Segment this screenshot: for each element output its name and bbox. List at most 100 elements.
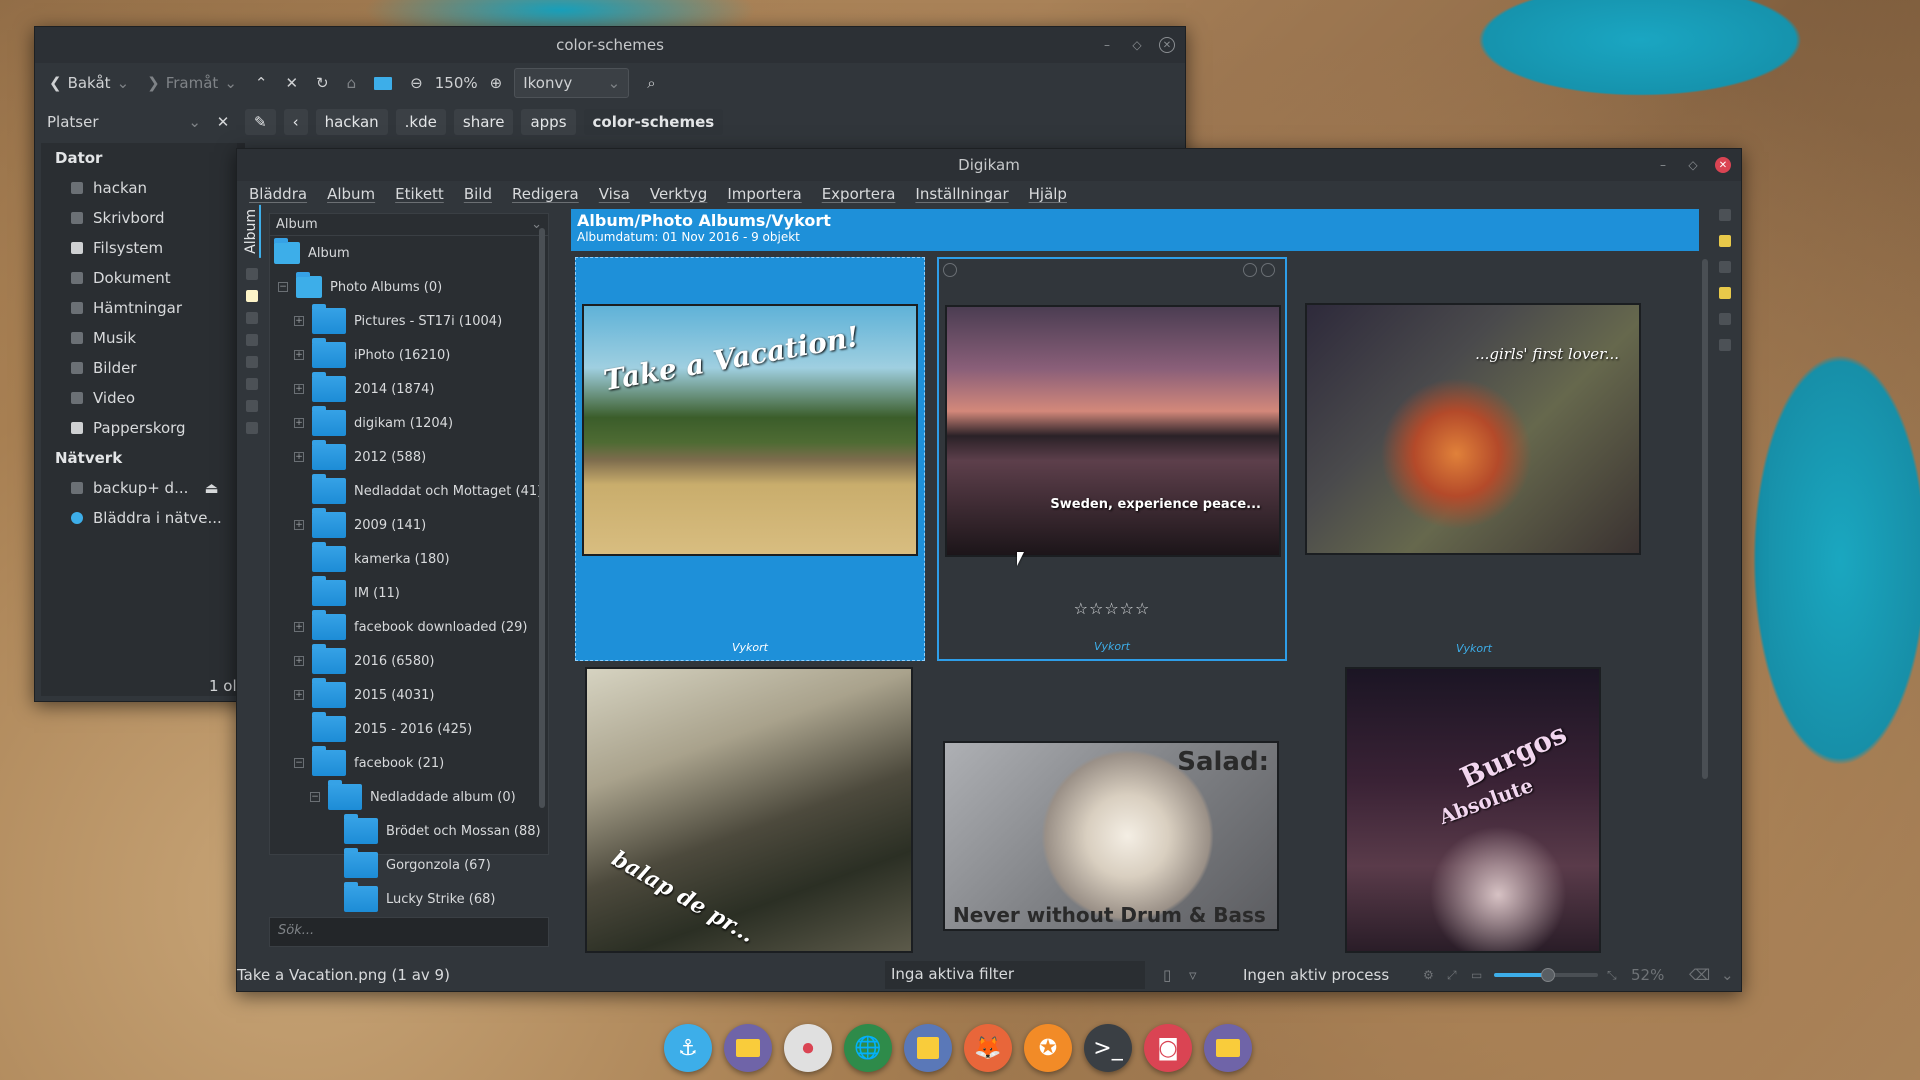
archive-icon[interactable] (904, 1024, 952, 1072)
place-browse-network[interactable]: Bläddra i nätve... (41, 503, 237, 533)
chevron-down-icon[interactable]: ⌄ (188, 113, 201, 131)
zoom-in-icon[interactable]: ⤡ (1607, 968, 1617, 983)
menu-etikett[interactable]: Etikett (395, 185, 444, 203)
select-circle-icon[interactable] (943, 263, 957, 277)
reload-icon[interactable]: ↻ (310, 70, 335, 96)
view-mode-select[interactable]: Ikonvy ⌄ (514, 68, 630, 98)
album-tree-row[interactable]: +2014 (1874) (270, 372, 548, 406)
maximize-icon[interactable]: ◇ (1685, 157, 1701, 173)
album-tree-row[interactable]: Nedladdat och Mottaget (41) (270, 474, 548, 508)
tags-tab-icon[interactable] (246, 267, 258, 280)
grid-scrollbar[interactable] (1702, 259, 1708, 779)
trash-icon[interactable]: ▯ (1163, 966, 1171, 984)
zoom-in-icon[interactable]: ⊕ (484, 70, 509, 96)
album-tree-row[interactable]: − Photo Albums (0) (270, 270, 548, 304)
menu-visa[interactable]: Visa (599, 185, 630, 203)
album-search-input[interactable]: Sök... (269, 917, 549, 947)
expand-icon[interactable]: + (294, 316, 304, 326)
album-tree-row[interactable]: +2016 (6580) (270, 644, 548, 678)
versions-tab-icon[interactable] (1719, 313, 1731, 325)
album-tree-row[interactable]: + Pictures - ST17i (1004) (270, 304, 548, 338)
fuzzy-search-tab-icon[interactable] (246, 377, 258, 390)
album-tree-row[interactable]: +2012 (588) (270, 440, 548, 474)
minimize-icon[interactable]: – (1099, 37, 1115, 53)
album-tree-row[interactable]: Brödet och Mossan (88) (270, 814, 548, 848)
collapse-icon[interactable]: − (294, 758, 304, 768)
colors-tab-icon[interactable] (1719, 261, 1731, 273)
menu-hjalp[interactable]: Hjälp (1029, 185, 1067, 203)
expand-icon[interactable]: + (294, 452, 304, 462)
people-tab-icon[interactable] (246, 421, 258, 434)
place-papperskorg[interactable]: Papperskorg (41, 413, 237, 443)
firefox-icon[interactable]: 🦊 (964, 1024, 1012, 1072)
monitor-icon[interactable] (368, 73, 398, 94)
labels-tab-icon[interactable] (246, 289, 258, 302)
breadcrumb-2[interactable]: share (453, 109, 514, 135)
zoom-out-icon[interactable]: ⊖ (404, 70, 429, 96)
album-tree-selector[interactable]: Album ⌄ (270, 214, 548, 236)
zoom-slider[interactable] (1494, 968, 1598, 982)
folder-yellow-icon[interactable] (1204, 1024, 1252, 1072)
album-tree-row[interactable]: IM (11) (270, 576, 548, 610)
breadcrumb-4[interactable]: color-schemes (583, 109, 724, 135)
breadcrumb-0[interactable]: hackan (315, 109, 388, 135)
search-icon[interactable]: ⌕ (641, 70, 661, 96)
thumbnail-item[interactable]: Burgos Absolute (1299, 667, 1649, 953)
terminal-icon[interactable]: >_ (1084, 1024, 1132, 1072)
geolocation-tab-icon[interactable] (1719, 287, 1731, 299)
place-filsystem[interactable]: Filsystem (41, 233, 237, 263)
rating-stars[interactable]: ☆☆☆☆☆ (939, 599, 1285, 618)
expand-icon[interactable]: + (294, 656, 304, 666)
close-icon[interactable]: ✕ (1159, 37, 1175, 53)
expand-icon[interactable]: + (294, 690, 304, 700)
clear-icon[interactable]: ⌫ (1689, 966, 1710, 984)
forward-button[interactable]: ❯ Framåt ⌄ (141, 70, 243, 96)
close-panel-icon[interactable]: ✕ (209, 113, 237, 131)
album-tree-row[interactable]: 2015 - 2016 (425) (270, 712, 548, 746)
edit-location-icon[interactable]: ✎ (245, 109, 276, 135)
thumbnail-item[interactable]: ...girls' first lover... Vykort (1299, 257, 1649, 661)
thumbnail-item[interactable]: Take a Vacation! Vykort (575, 257, 925, 661)
zoom-out-icon[interactable]: ▭ (1471, 968, 1482, 982)
toggle-icon[interactable]: ⏺ (784, 1024, 832, 1072)
rotate-right-icon[interactable] (1261, 263, 1275, 277)
zoom-slider-handle[interactable] (1541, 968, 1556, 982)
expand-icon[interactable]: + (294, 622, 304, 632)
chevron-down-icon[interactable]: ⌄ (117, 74, 130, 92)
close-icon[interactable]: ✕ (1715, 157, 1731, 173)
album-tree-row[interactable]: − Nedladdade album (0) (270, 780, 548, 814)
collapse-icon[interactable]: − (310, 792, 320, 802)
place-video[interactable]: Video (41, 383, 237, 413)
album-tree-row[interactable]: Gorgonzola (67) (270, 848, 548, 882)
anchor-icon[interactable]: ⚓ (664, 1024, 712, 1072)
album-tree-row[interactable]: − facebook (21) (270, 746, 548, 780)
timeline-tab-icon[interactable] (246, 333, 258, 346)
rotate-left-icon[interactable] (1243, 263, 1257, 277)
album-tree-row[interactable]: +2015 (4031) (270, 678, 548, 712)
star-tab-icon[interactable] (246, 311, 258, 324)
up-icon[interactable]: ⌃ (249, 70, 274, 96)
album-tree-row[interactable]: + iPhoto (16210) (270, 338, 548, 372)
menu-redigera[interactable]: Redigera (512, 185, 579, 203)
filters-tab-icon[interactable] (1719, 339, 1731, 351)
album-tree-row[interactable]: Album (270, 236, 548, 270)
chevron-down-icon[interactable]: ⌄ (1721, 966, 1734, 984)
expand-icon[interactable]: + (294, 520, 304, 530)
album-tree-row[interactable]: +2009 (141) (270, 508, 548, 542)
place-hackan[interactable]: hackan (41, 173, 237, 203)
breadcrumb-3[interactable]: apps (521, 109, 576, 135)
chevron-down-icon[interactable]: ⌄ (224, 74, 237, 92)
minimize-icon[interactable]: – (1655, 157, 1671, 173)
filter-status[interactable]: Inga aktiva filter (885, 961, 1145, 989)
metadata-tab-icon[interactable] (1719, 235, 1731, 247)
properties-tab-icon[interactable] (1719, 209, 1731, 221)
compass-icon[interactable]: ✪ (1024, 1024, 1072, 1072)
folder-icon[interactable] (724, 1024, 772, 1072)
place-hamtningar[interactable]: Hämtningar (41, 293, 237, 323)
thumbnail-item[interactable]: balap de pr... (575, 667, 925, 953)
globe-icon[interactable]: 🌐 (844, 1024, 892, 1072)
camera-icon[interactable]: ◙ (1144, 1024, 1192, 1072)
collapse-icon[interactable]: − (278, 282, 288, 292)
maximize-icon[interactable]: ◇ (1129, 37, 1145, 53)
search-tab-icon[interactable] (246, 355, 258, 368)
